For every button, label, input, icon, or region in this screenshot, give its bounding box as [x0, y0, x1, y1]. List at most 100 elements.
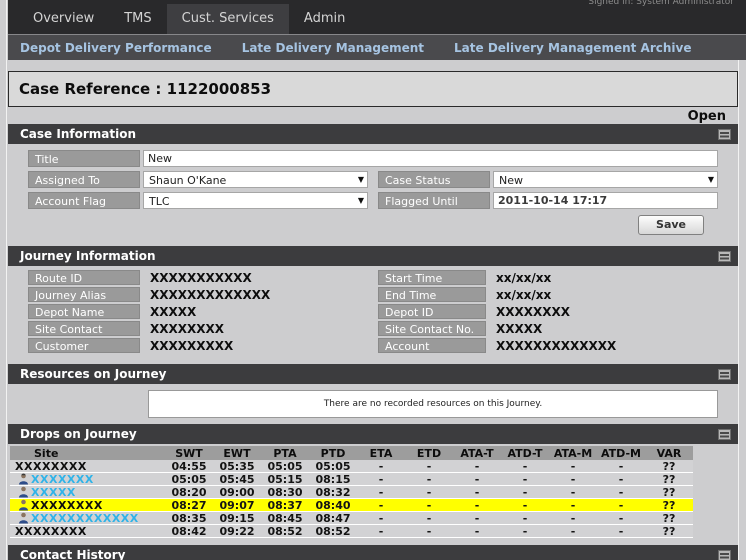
save-button[interactable]: Save [638, 215, 704, 235]
cell-ata-m: - [570, 459, 576, 473]
flagged-until-input[interactable] [493, 192, 718, 209]
route-id-label: Route ID [28, 270, 140, 285]
cell-etd: - [426, 485, 432, 499]
column-header-atd-m: ATD-M [600, 446, 641, 460]
cell-etd: - [426, 459, 432, 473]
cell-ptd: 05:05 [315, 459, 351, 473]
cell-pta: 08:37 [267, 498, 303, 512]
journey-information-body: Route ID XXXXXXXXXXX Journey Alias XXXXXXX… [8, 266, 738, 359]
signed-in-text: Signed in: System Administrator [588, 0, 734, 7]
table-row[interactable]: XXXXXXX 05:05 05:45 05:15 08:15 - - - - … [10, 473, 693, 486]
collapse-icon[interactable] [718, 428, 731, 440]
cell-etd: - [426, 472, 432, 486]
cell-ptd: 08:47 [315, 511, 351, 525]
cell-var: ?? [662, 498, 676, 512]
cell-ata-t: - [474, 498, 480, 512]
site-link[interactable]: XXXXX [31, 486, 76, 499]
cell-pta: 08:30 [267, 485, 303, 499]
cell-atd-t: - [522, 498, 528, 512]
resources-empty-box: There are no recorded resources on this … [148, 390, 718, 418]
title-field-label: Title [28, 150, 140, 167]
table-row-highlighted[interactable]: XXXXXXXX 08:27 09:07 08:37 08:40 - - - -… [10, 499, 693, 512]
dropdown-caret-icon: ▼ [357, 175, 364, 184]
cell-atd-m: - [618, 459, 624, 473]
site-label: XXXXXXXX [15, 459, 87, 473]
drops-table: Site SWT EWT PTA PTD ETA ETD ATA-T ATD-T… [8, 444, 738, 541]
cell-ewt: 05:35 [219, 459, 255, 473]
start-time-value: xx/xx/xx [496, 271, 552, 285]
column-header-eta: ETA [369, 446, 393, 460]
site-cell: XXXXXXX [10, 473, 165, 486]
site-label: XXXXXXXX [15, 524, 87, 538]
cell-ata-t: - [474, 511, 480, 525]
section-header-contact-history: Contact History [8, 545, 738, 560]
section-title: Contact History [20, 548, 126, 560]
section-title: Resources on Journey [20, 367, 167, 381]
site-cell: XXXXXXXX [10, 525, 165, 538]
cell-eta: - [378, 498, 384, 512]
column-header-swt: SWT [175, 446, 203, 460]
table-row[interactable]: XXXXXXXXXXXX 08:35 09:15 08:45 08:47 - -… [10, 512, 693, 525]
column-header-ata-m: ATA-M [553, 446, 593, 460]
cell-pta: 05:05 [267, 459, 303, 473]
cell-etd: - [426, 524, 432, 538]
cell-eta: - [378, 511, 384, 525]
cell-atd-m: - [618, 511, 624, 525]
collapse-icon[interactable] [718, 128, 731, 140]
case-reference-banner: Case Reference : 1122000853 [8, 71, 738, 107]
case-status-dropdown[interactable]: New ▼ [493, 171, 718, 188]
cell-atd-m: - [618, 472, 624, 486]
cell-swt: 08:27 [171, 498, 207, 512]
section-contact-history: Contact History [8, 545, 738, 560]
subnav-late-delivery-management-archive[interactable]: Late Delivery Management Archive [454, 41, 691, 55]
table-row[interactable]: XXXXXXXX 04:55 05:35 05:05 05:05 - - - -… [10, 460, 693, 473]
resources-body: There are no recorded resources on this … [8, 390, 738, 418]
table-row[interactable]: XXXXXXXX 08:42 09:22 08:52 08:52 - - - -… [10, 525, 693, 538]
cell-var: ?? [662, 524, 676, 538]
tab-tms[interactable]: TMS [109, 4, 166, 34]
drops-table-header: Site SWT EWT PTA PTD ETA ETD ATA-T ATD-T… [10, 446, 693, 460]
collapse-icon[interactable] [718, 250, 731, 262]
account-value: XXXXXXXXXXXXX [496, 339, 617, 353]
column-header-pta: PTA [273, 446, 297, 460]
table-row[interactable]: XXXXX 08:20 09:00 08:30 08:32 - - - - - … [10, 486, 693, 499]
cell-ata-m: - [570, 498, 576, 512]
sub-nav: Depot Delivery Performance Late Delivery… [8, 34, 746, 60]
site-cell: XXXXX [10, 486, 165, 499]
column-header-site: Site [34, 446, 59, 460]
collapse-icon[interactable] [718, 549, 731, 560]
cell-ata-m: - [570, 524, 576, 538]
account-flag-label: Account Flag [28, 192, 140, 209]
tab-overview[interactable]: Overview [18, 4, 109, 34]
site-link[interactable]: XXXXXXX [31, 473, 94, 486]
column-header-atd-t: ATD-T [507, 446, 543, 460]
title-input[interactable] [143, 150, 718, 167]
section-title: Case Information [20, 127, 136, 141]
tab-cust-services[interactable]: Cust. Services [166, 4, 289, 34]
site-link[interactable]: XXXXXXXXXXXX [31, 512, 139, 525]
end-time-label: End Time [378, 287, 486, 302]
case-status-open-label: Open [687, 109, 726, 124]
resources-empty-message: There are no recorded resources on this … [323, 399, 543, 409]
assigned-to-label: Assigned To [28, 171, 140, 188]
journey-alias-value: XXXXXXXXXXXXX [150, 288, 271, 302]
cell-ewt: 09:22 [219, 524, 255, 538]
cell-ata-m: - [570, 485, 576, 499]
collapse-icon[interactable] [718, 368, 731, 380]
tab-admin[interactable]: Admin [289, 4, 360, 34]
cell-atd-t: - [522, 511, 528, 525]
account-flag-dropdown[interactable]: TLC ▼ [143, 192, 368, 209]
person-icon [18, 486, 29, 498]
cell-ata-t: - [474, 485, 480, 499]
cell-ewt: 09:07 [219, 498, 255, 512]
cell-ewt: 05:45 [219, 472, 255, 486]
assigned-to-value: Shaun O'Kane [149, 174, 227, 187]
subnav-depot-delivery-performance[interactable]: Depot Delivery Performance [20, 41, 212, 55]
section-case-information: Case Information Title Assigned To Shaun… [8, 124, 738, 241]
cell-eta: - [378, 524, 384, 538]
section-resources-on-journey: Resources on Journey There are no record… [8, 364, 738, 418]
subnav-late-delivery-management[interactable]: Late Delivery Management [242, 41, 424, 55]
case-information-body: Title Assigned To Shaun O'Kane ▼ Case St… [8, 144, 738, 241]
assigned-to-dropdown[interactable]: Shaun O'Kane ▼ [143, 171, 368, 188]
section-header-resources: Resources on Journey [8, 364, 738, 384]
